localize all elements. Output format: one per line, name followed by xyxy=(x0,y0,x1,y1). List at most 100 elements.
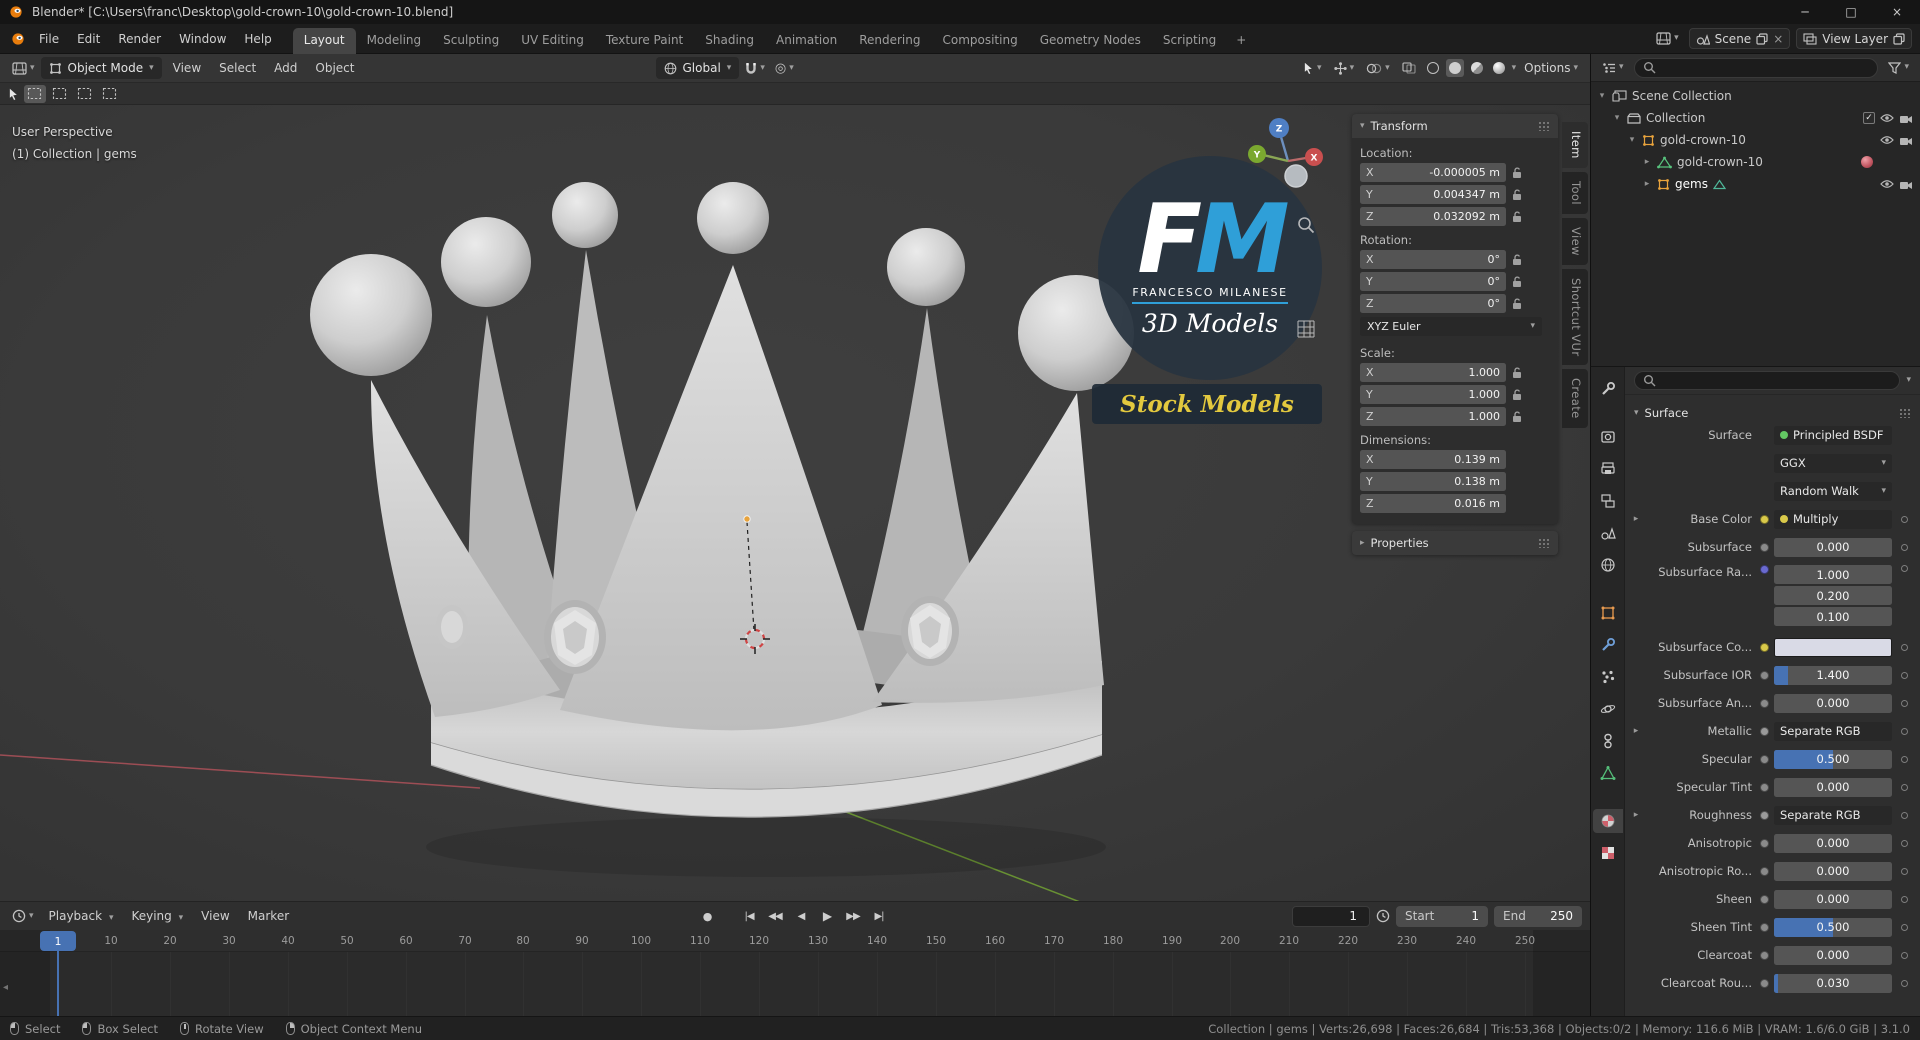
value-slider[interactable]: 0.000 xyxy=(1774,693,1892,713)
outliner-item-gold-crown-10[interactable]: ▾ gold-crown-10 xyxy=(1591,129,1920,151)
color-swatch[interactable] xyxy=(1774,637,1892,657)
checkbox-icon[interactable]: ✓ xyxy=(1863,112,1875,124)
mode-dropdown[interactable]: Object Mode ▾ xyxy=(40,57,162,79)
decorator-icon[interactable] xyxy=(1901,699,1908,707)
decorator-icon[interactable] xyxy=(1901,565,1908,572)
expand-icon[interactable]: ▸ xyxy=(1631,514,1641,524)
viewport-3d[interactable]: User Perspective (1) Collection | gems Z… xyxy=(0,105,1590,901)
add-workspace-button[interactable]: + xyxy=(1227,28,1255,54)
decorator-icon[interactable] xyxy=(1901,923,1908,931)
transform-field-y[interactable]: Y 0° xyxy=(1360,272,1506,291)
lock-icon[interactable] xyxy=(1512,410,1522,423)
lock-icon[interactable] xyxy=(1512,210,1522,223)
properties-tab-texture[interactable] xyxy=(1593,841,1623,865)
workspace-tab-scripting[interactable]: Scripting xyxy=(1152,28,1227,54)
play-button[interactable]: ▶ xyxy=(815,905,839,927)
camera-icon[interactable] xyxy=(1899,179,1913,190)
properties-tab-modifiers[interactable] xyxy=(1593,633,1623,657)
outliner-item-scene-collection[interactable]: ▾ Scene Collection xyxy=(1591,85,1920,107)
lock-icon[interactable] xyxy=(1512,275,1522,288)
workspace-tab-uv-editing[interactable]: UV Editing xyxy=(510,28,595,54)
expand-icon[interactable]: ▾ xyxy=(1627,135,1637,145)
transform-field-y[interactable]: Y 0.138 m xyxy=(1360,472,1506,491)
value-slider[interactable]: 0.000 xyxy=(1774,861,1892,881)
expand-icon[interactable]: ▸ xyxy=(1631,726,1641,736)
close-button[interactable]: × xyxy=(1874,0,1920,24)
transform-field-y[interactable]: Y 1.000 xyxy=(1360,385,1506,404)
select-extend-button[interactable] xyxy=(49,85,71,103)
gem-small-left[interactable] xyxy=(436,605,468,649)
node-link-field[interactable]: Separate RGB xyxy=(1774,805,1892,825)
value-slider[interactable]: 0.030 xyxy=(1774,973,1892,993)
workspace-tab-layout[interactable]: Layout xyxy=(292,27,356,54)
next-keyframe-button[interactable]: ▶▶ xyxy=(841,905,865,927)
outliner-item-collection[interactable]: ▾ Collection ✓ xyxy=(1591,107,1920,129)
dropdown-field[interactable]: Random Walk ▾ xyxy=(1774,481,1892,501)
decorator-icon[interactable] xyxy=(1901,783,1908,791)
snap-toggle[interactable]: ▾ xyxy=(741,57,769,79)
minimize-button[interactable]: ─ xyxy=(1782,0,1828,24)
expand-icon[interactable]: ▾ xyxy=(1612,113,1622,123)
editor-type-button[interactable]: ▾ xyxy=(8,57,39,79)
maximize-button[interactable]: □ xyxy=(1828,0,1874,24)
properties-tab-object-data[interactable] xyxy=(1593,761,1623,785)
new-view-layer-icon[interactable] xyxy=(1893,32,1905,45)
drag-handle-icon[interactable] xyxy=(1899,408,1911,418)
outliner-search-input[interactable] xyxy=(1633,57,1879,78)
prev-keyframe-button[interactable]: ◀◀ xyxy=(763,905,787,927)
menu-render[interactable]: Render xyxy=(109,25,170,53)
sidebar-tab-create[interactable]: Create xyxy=(1562,369,1588,428)
lock-icon[interactable] xyxy=(1512,253,1522,266)
zoom-view-icon[interactable] xyxy=(1296,215,1318,237)
workspace-tab-compositing[interactable]: Compositing xyxy=(931,28,1028,54)
vector-component-field[interactable]: 0.100 xyxy=(1774,607,1892,626)
properties-tab-view-layer[interactable] xyxy=(1593,489,1623,513)
playhead[interactable]: 1 xyxy=(40,931,76,951)
value-slider[interactable]: 0.000 xyxy=(1774,777,1892,797)
properties-tab-material[interactable] xyxy=(1592,809,1623,833)
outliner-editor-button[interactable]: ▾ xyxy=(1598,57,1628,79)
value-slider[interactable]: 0.500 xyxy=(1774,917,1892,937)
use-preview-range-icon[interactable] xyxy=(1376,909,1390,923)
lock-icon[interactable] xyxy=(1512,166,1522,179)
outliner-item-gold-crown-10[interactable]: ▸ gold-crown-10 xyxy=(1591,151,1920,173)
properties-tab-physics[interactable] xyxy=(1593,697,1623,721)
node-link-field[interactable]: Multiply xyxy=(1774,509,1892,529)
gizmo-z-label[interactable]: Z xyxy=(1276,125,1283,135)
sidebar-tab-view[interactable]: View xyxy=(1562,217,1588,265)
timeline-editor-button[interactable]: ▾ xyxy=(8,905,38,927)
sidebar-tab-shortcut-vur[interactable]: Shortcut VUr xyxy=(1562,268,1588,366)
chevron-down-icon[interactable]: ▾ xyxy=(1906,376,1911,385)
frame-start-field[interactable]: Start 1 xyxy=(1396,905,1488,927)
play-reverse-button[interactable]: ◀ xyxy=(789,905,813,927)
properties-panel-header[interactable]: ▸ Properties xyxy=(1352,531,1558,555)
decorator-icon[interactable] xyxy=(1901,895,1908,903)
menu-window[interactable]: Window xyxy=(170,25,235,53)
transform-field-z[interactable]: Z 0.032092 m xyxy=(1360,207,1506,226)
lock-icon[interactable] xyxy=(1512,297,1522,310)
workspace-tab-sculpting[interactable]: Sculpting xyxy=(432,28,510,54)
decorator-icon[interactable] xyxy=(1901,811,1908,819)
proportional-edit-toggle[interactable]: ◎ ▾ xyxy=(771,57,798,79)
select-subtract-button[interactable] xyxy=(74,85,96,103)
lock-icon[interactable] xyxy=(1512,388,1522,401)
topbar-extra-dropdown[interactable]: ▾ xyxy=(1652,28,1683,50)
expand-icon[interactable]: ▸ xyxy=(1631,810,1641,820)
decorator-icon[interactable] xyxy=(1901,951,1908,959)
drag-handle-icon[interactable] xyxy=(1538,121,1550,131)
scene-selector[interactable]: Scene × xyxy=(1688,28,1791,49)
vector-component-field[interactable]: 0.200 xyxy=(1774,586,1892,605)
gizmos-dropdown[interactable]: ▾ xyxy=(1330,57,1359,79)
transform-field-x[interactable]: X 1.000 xyxy=(1360,363,1506,382)
properties-tab-constraints[interactable] xyxy=(1593,729,1623,753)
properties-tab-scene[interactable] xyxy=(1593,521,1623,545)
properties-search-input[interactable] xyxy=(1634,371,1901,390)
sidebar-tab-item[interactable]: Item xyxy=(1562,122,1588,168)
timeline-menu-view[interactable]: View xyxy=(192,902,238,930)
value-slider[interactable]: 0.000 xyxy=(1774,889,1892,909)
properties-tab-world[interactable] xyxy=(1593,553,1623,577)
transform-panel-header[interactable]: ▾ Transform xyxy=(1352,114,1558,138)
transform-field-z[interactable]: Z 1.000 xyxy=(1360,407,1506,426)
camera-icon[interactable] xyxy=(1899,113,1913,124)
transform-field-z[interactable]: Z 0.016 m xyxy=(1360,494,1506,513)
